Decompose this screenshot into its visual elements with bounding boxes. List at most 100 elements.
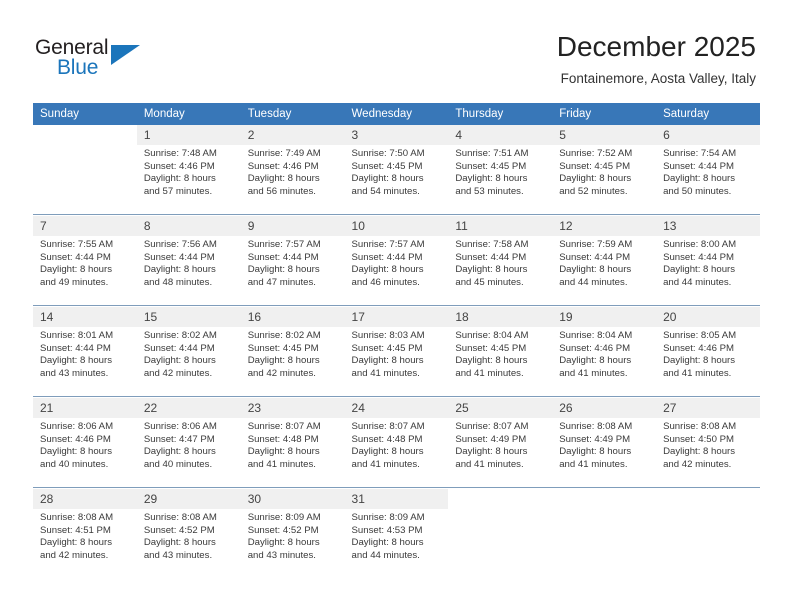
day-number[interactable]: 15	[136, 307, 241, 327]
daylight-text-line2: and 48 minutes.	[143, 276, 213, 288]
daylight-text-line1: Daylight: 8 hours	[247, 264, 320, 276]
day-detail-cell: Sunrise: 8:08 AM Sunset: 4:50 PM Daylight:…	[656, 418, 760, 488]
daylight-text-line2: and 45 minutes.	[455, 276, 524, 288]
sunset-text: Sunset: 4:46 PM	[143, 160, 215, 172]
daylight-text-line2: and 41 minutes.	[351, 458, 420, 470]
day-number[interactable]: 22	[136, 398, 241, 418]
sunset-text: Sunset: 4:52 PM	[143, 524, 215, 536]
page-subtitle: Fontainemore, Aosta Valley, Italy	[560, 71, 756, 86]
week-info-row: Sunrise: 8:06 AM Sunset: 4:46 PM Daylight:…	[33, 418, 760, 488]
day-number[interactable]: 24	[344, 398, 449, 418]
daylight-text-line1: Daylight: 8 hours	[351, 173, 424, 185]
day-number[interactable]: 19	[552, 307, 657, 327]
day-number[interactable]: 21	[33, 398, 137, 418]
day-number[interactable]: 17	[344, 307, 449, 327]
day-detail-cell: Sunrise: 7:57 AM Sunset: 4:44 PM Daylight:…	[344, 236, 449, 306]
day-detail-cell: Sunrise: 8:08 AM Sunset: 4:49 PM Daylight:…	[552, 418, 657, 488]
day-detail-cell: Sunrise: 8:07 AM Sunset: 4:49 PM Daylight:…	[448, 418, 553, 488]
day-number[interactable]: 3	[344, 125, 449, 145]
daylight-text-line1: Daylight: 8 hours	[143, 537, 216, 549]
day-number[interactable]: 26	[552, 398, 657, 418]
daylight-text-line2: and 52 minutes.	[559, 185, 628, 197]
day-number[interactable]: 2	[240, 125, 345, 145]
daylight-text-line1: Daylight: 8 hours	[40, 264, 112, 276]
day-number[interactable]: 29	[136, 489, 241, 509]
day-number[interactable]: 1	[136, 125, 241, 145]
sunset-text: Sunset: 4:50 PM	[663, 433, 734, 445]
weekday-header-saturday: Saturday	[656, 103, 760, 125]
daylight-text-line2: and 42 minutes.	[40, 549, 109, 561]
weekday-header-tuesday: Tuesday	[240, 103, 345, 125]
daylight-text-line2: and 46 minutes.	[351, 276, 420, 288]
day-number[interactable]: 8	[136, 216, 241, 236]
sunrise-text: Sunrise: 8:08 AM	[143, 512, 217, 523]
sunrise-text: Sunrise: 7:57 AM	[247, 239, 321, 250]
sunrise-text: Sunrise: 7:48 AM	[143, 148, 217, 159]
day-number[interactable]: 31	[344, 489, 449, 509]
day-number[interactable]: 6	[656, 125, 760, 145]
sunset-text: Sunset: 4:45 PM	[559, 160, 631, 172]
page-title: December 2025	[556, 31, 756, 62]
sunrise-text: Sunrise: 8:02 AM	[247, 330, 321, 341]
daylight-text-line2: and 57 minutes.	[143, 185, 213, 197]
sunrise-text: Sunrise: 7:59 AM	[559, 239, 633, 250]
day-number[interactable]: 12	[552, 216, 657, 236]
sunrise-text: Sunrise: 8:07 AM	[351, 421, 425, 432]
day-number[interactable]: 30	[240, 489, 345, 509]
sunrise-text: Sunrise: 8:07 AM	[455, 421, 529, 432]
day-number[interactable]: 25	[448, 398, 553, 418]
sunrise-text: Sunrise: 7:58 AM	[455, 239, 529, 250]
daylight-text-line2: and 42 minutes.	[247, 367, 316, 379]
day-number[interactable]: 5	[552, 125, 657, 145]
daylight-text-line1: Daylight: 8 hours	[663, 173, 736, 185]
day-number[interactable]: 7	[33, 216, 137, 236]
sunset-text: Sunset: 4:44 PM	[247, 251, 319, 263]
daylight-text-line2: and 43 minutes.	[40, 367, 109, 379]
sunrise-text: Sunrise: 8:04 AM	[455, 330, 529, 341]
daylight-text-line2: and 49 minutes.	[40, 276, 109, 288]
sunrise-text: Sunrise: 7:56 AM	[143, 239, 217, 250]
day-detail-cell: Sunrise: 7:52 AM Sunset: 4:45 PM Daylight:…	[552, 145, 657, 215]
day-detail-cell: Sunrise: 8:04 AM Sunset: 4:45 PM Daylight:…	[448, 327, 553, 397]
week-info-row: Sunrise: 8:01 AM Sunset: 4:44 PM Daylight:…	[33, 327, 760, 397]
sunset-text: Sunset: 4:45 PM	[351, 342, 423, 354]
daylight-text-line1: Daylight: 8 hours	[455, 264, 528, 276]
day-cell-empty	[656, 489, 760, 509]
day-detail-empty	[448, 509, 553, 578]
daylight-text-line1: Daylight: 8 hours	[559, 264, 632, 276]
day-number[interactable]: 9	[240, 216, 345, 236]
daylight-text-line2: and 40 minutes.	[143, 458, 213, 470]
day-detail-cell: Sunrise: 7:54 AM Sunset: 4:44 PM Daylight:…	[656, 145, 760, 215]
sunset-text: Sunset: 4:52 PM	[247, 524, 319, 536]
day-number[interactable]: 13	[656, 216, 760, 236]
day-number[interactable]: 28	[33, 489, 137, 509]
week-info-row: Sunrise: 7:55 AM Sunset: 4:44 PM Daylight:…	[33, 236, 760, 306]
day-number[interactable]: 20	[656, 307, 760, 327]
day-detail-cell: Sunrise: 7:48 AM Sunset: 4:46 PM Daylight:…	[136, 145, 241, 215]
day-detail-cell: Sunrise: 7:57 AM Sunset: 4:44 PM Daylight:…	[240, 236, 345, 306]
sunset-text: Sunset: 4:44 PM	[40, 342, 111, 354]
day-number[interactable]: 18	[448, 307, 553, 327]
daylight-text-line2: and 42 minutes.	[143, 367, 213, 379]
day-number[interactable]: 27	[656, 398, 760, 418]
day-number[interactable]: 23	[240, 398, 345, 418]
daylight-text-line2: and 41 minutes.	[455, 458, 524, 470]
day-cell-empty	[448, 489, 553, 509]
day-number[interactable]: 10	[344, 216, 449, 236]
day-detail-cell: Sunrise: 8:06 AM Sunset: 4:46 PM Daylight:…	[33, 418, 137, 488]
daylight-text-line2: and 42 minutes.	[663, 458, 732, 470]
general-blue-logo[interactable]: General Blue	[35, 36, 225, 88]
day-number[interactable]: 16	[240, 307, 345, 327]
day-detail-cell: Sunrise: 7:59 AM Sunset: 4:44 PM Daylight:…	[552, 236, 657, 306]
day-number[interactable]: 4	[448, 125, 553, 145]
day-number[interactable]: 14	[33, 307, 137, 327]
sunrise-text: Sunrise: 8:09 AM	[247, 512, 321, 523]
day-number[interactable]: 11	[448, 216, 553, 236]
day-detail-cell: Sunrise: 8:08 AM Sunset: 4:51 PM Daylight:…	[33, 509, 137, 578]
week-daynumber-row: 123456	[33, 125, 760, 145]
daylight-text-line2: and 41 minutes.	[455, 367, 524, 379]
daylight-text-line1: Daylight: 8 hours	[559, 446, 632, 458]
daylight-text-line1: Daylight: 8 hours	[247, 173, 320, 185]
page-header: General Blue December 2025 Fontainemore,…	[0, 0, 792, 100]
sunset-text: Sunset: 4:45 PM	[351, 160, 423, 172]
